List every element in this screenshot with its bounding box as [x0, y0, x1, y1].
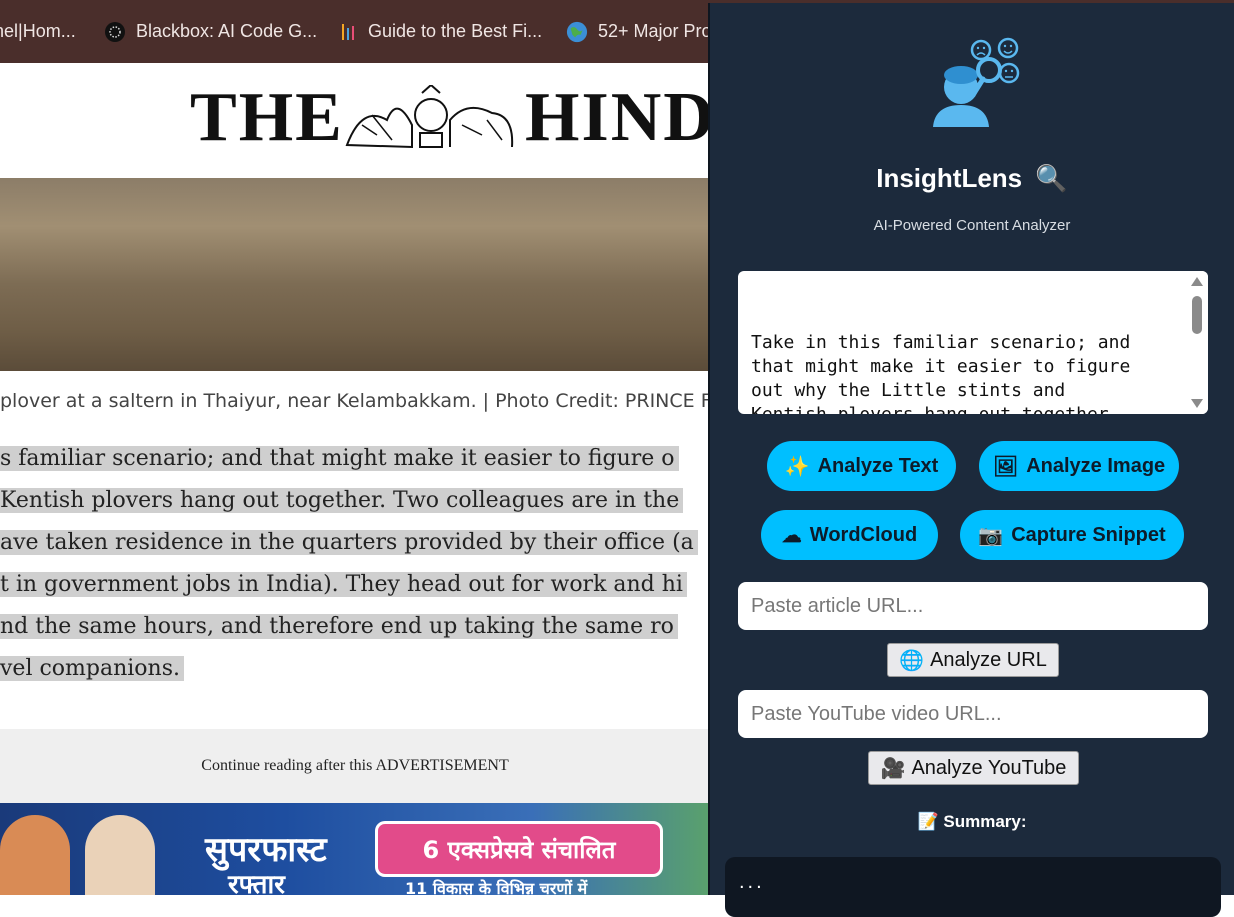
analyze-url-button[interactable]: 🌐 Analyze URL	[887, 643, 1059, 677]
masthead-title-right: HIND	[525, 79, 710, 156]
picture-icon: 🖼	[992, 455, 1019, 478]
article-url-input[interactable]: Paste article URL...	[738, 582, 1208, 630]
camera-icon: 📷	[978, 524, 1004, 547]
app-subtitle: AI-Powered Content Analyzer	[873, 217, 1071, 234]
scroll-up-icon[interactable]	[1191, 277, 1203, 286]
textarea-value: Take in this familiar scenario; and that…	[751, 332, 1131, 414]
bars-icon	[336, 21, 358, 43]
analyze-text-button[interactable]: ✨ Analyze Text	[767, 441, 956, 491]
globe-icon: 🌐	[899, 649, 925, 672]
bookmark-label: 52+ Major Pro	[598, 21, 712, 41]
video-camera-icon: 🎥	[880, 757, 906, 780]
article-photo	[0, 178, 710, 371]
bookmark-label: Guide to the Best Fi...	[368, 21, 543, 41]
analyst-logo-icon	[933, 37, 1020, 127]
summary-output: ...	[725, 857, 1221, 917]
ad-banner[interactable]: सुपरफास्ट रफ्तार 6 एक्सप्रेसवे संचालित 1…	[0, 803, 710, 895]
app-title: InsightLens 🔍	[876, 163, 1068, 193]
ad-pill-sub: 11 विकास के विभिन्न चरणों में	[405, 879, 588, 895]
bookmark-label: nel|Hom...	[0, 21, 76, 41]
textarea-scrollbar[interactable]	[1186, 271, 1208, 414]
analyze-image-button[interactable]: 🖼 Analyze Image	[979, 441, 1179, 491]
summary-heading: 📝 Summary:	[917, 812, 1027, 831]
article-body: s familiar scenario; and that might make…	[0, 438, 710, 690]
ad-headline-2: रफ्तार	[228, 870, 285, 895]
ad-notice: Continue reading after this ADVERTISEMEN…	[0, 729, 710, 803]
bookmark-item[interactable]: Blackbox: AI Code G...	[104, 0, 317, 63]
wordcloud-button[interactable]: ☁ WordCloud	[761, 510, 938, 560]
scroll-thumb[interactable]	[1192, 296, 1202, 334]
article-line: nd the same hours, and therefore end up …	[0, 606, 710, 648]
ad-pill: 6 एक्सप्रेसवे संचालित	[375, 821, 663, 877]
insightlens-panel: InsightLens 🔍 AI-Powered Content Analyze…	[708, 3, 1234, 917]
memo-icon: 📝	[917, 812, 939, 831]
masthead-title-left: THE	[190, 79, 344, 156]
blackbox-icon	[104, 21, 126, 43]
globe-icon	[566, 21, 588, 43]
bookmark-item[interactable]: nel|Hom...	[0, 0, 76, 63]
article-line: t in government jobs in India). They hea…	[0, 564, 710, 606]
ad-person-image	[0, 815, 70, 895]
article-line: s familiar scenario; and that might make…	[0, 438, 710, 480]
analyze-youtube-button[interactable]: 🎥 Analyze YouTube	[868, 751, 1079, 785]
bookmark-label: Blackbox: AI Code G...	[136, 21, 318, 41]
emblem-icon	[345, 85, 514, 149]
cloud-icon: ☁	[781, 524, 802, 547]
news-page: THE HIND plover at a saltern in Thaiyur,…	[0, 63, 710, 895]
ad-person-image	[85, 815, 155, 895]
scroll-down-icon[interactable]	[1191, 399, 1203, 408]
content-textarea[interactable]: Take in this familiar scenario; and that…	[738, 271, 1208, 414]
article-line: Kentish plovers hang out together. Two c…	[0, 480, 710, 522]
article-line: vel companions.	[0, 648, 710, 690]
bookmark-item[interactable]: Guide to the Best Fi...	[336, 0, 542, 63]
masthead: THE HIND	[0, 63, 710, 178]
capture-snippet-button[interactable]: 📷 Capture Snippet	[960, 510, 1184, 560]
article-line: ave taken residence in the quarters prov…	[0, 522, 710, 564]
photo-caption: plover at a saltern in Thaiyur, near Kel…	[0, 390, 710, 412]
bookmark-item[interactable]: 52+ Major Pro	[566, 0, 712, 63]
youtube-url-input[interactable]: Paste YouTube video URL...	[738, 690, 1208, 738]
sparkles-icon: ✨	[784, 455, 810, 478]
magnifier-icon: 🔍	[1035, 163, 1068, 193]
